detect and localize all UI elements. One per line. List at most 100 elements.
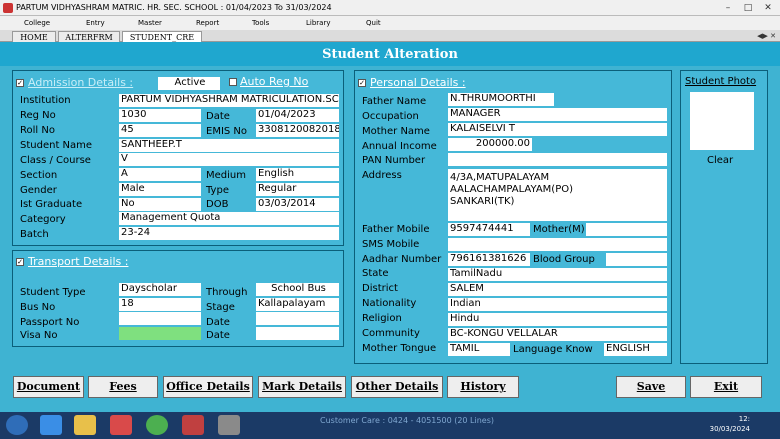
auto-reg-label: Auto Reg No [240, 75, 309, 88]
father-mobile-field[interactable]: 9597474441 [448, 223, 530, 236]
roll-no-label: Roll No [20, 125, 55, 136]
class-course-field[interactable]: V [119, 153, 339, 166]
form-title: Student Alteration [322, 47, 458, 62]
menu-college[interactable]: College [24, 16, 50, 30]
close-icon[interactable]: ✕ [760, 1, 776, 15]
admission-checkbox[interactable]: ✓ [16, 79, 24, 87]
gender-field[interactable]: Male [119, 183, 201, 196]
nationality-field[interactable]: Indian [448, 298, 667, 311]
tab-student-cre[interactable]: STUDENT_CRE [122, 31, 202, 42]
mother-mobile-field[interactable] [586, 223, 667, 236]
personal-checkbox[interactable]: ✓ [358, 79, 366, 87]
dob-field[interactable]: 03/03/2014 [256, 198, 339, 211]
history-button[interactable]: History [447, 376, 519, 398]
address-field[interactable]: 4/3A,MATUPALAYAM AALACHAMPALAYAM(PO) SAN… [448, 169, 667, 221]
chrome-icon[interactable] [146, 415, 168, 435]
menu-tools[interactable]: Tools [252, 16, 269, 30]
app-icon [3, 3, 13, 13]
media-icon[interactable] [110, 415, 132, 435]
auto-reg-checkbox[interactable] [229, 78, 237, 86]
passport-no-field[interactable] [119, 312, 201, 325]
passport-date-field[interactable] [256, 312, 339, 325]
tab-home[interactable]: HOME [12, 31, 56, 42]
minimize-icon[interactable]: – [720, 1, 736, 15]
exit-button[interactable]: Exit [690, 376, 762, 398]
type-field[interactable]: Regular [256, 183, 339, 196]
menu-master[interactable]: Master [138, 16, 162, 30]
mother-tongue-field[interactable]: TAMIL [448, 343, 510, 356]
batch-field[interactable]: 23-24 [119, 227, 339, 240]
community-field[interactable]: BC-KONGU VELLALAR [448, 328, 667, 341]
menu-quit[interactable]: Quit [366, 16, 381, 30]
type-label: Type [206, 185, 229, 196]
start-icon[interactable] [6, 415, 28, 435]
class-course-label: Class / Course [20, 155, 91, 166]
address-line-3: SANKARI(TK) [450, 196, 515, 207]
stage-field[interactable]: Kallapalayam [256, 298, 339, 311]
app-icon-2[interactable] [182, 415, 204, 435]
menu-entry[interactable]: Entry [86, 16, 105, 30]
menu-bar: College Entry Master Report Tools Librar… [0, 16, 780, 30]
student-name-field[interactable]: SANTHEEP.T [119, 139, 339, 152]
emis-no-label: EMIS No [206, 126, 248, 137]
state-field[interactable]: TamilNadu [448, 268, 667, 281]
bus-no-label: Bus No [20, 302, 56, 313]
office-details-button[interactable]: Office Details [163, 376, 253, 398]
tab-alterfrm[interactable]: ALTERFRM [58, 31, 120, 42]
mother-name-field[interactable]: KALAISELVI T [448, 123, 667, 136]
student-photo[interactable] [690, 92, 754, 150]
occupation-field[interactable]: MANAGER [448, 108, 667, 121]
student-type-label: Student Type [20, 287, 86, 298]
blood-group-field[interactable] [606, 253, 667, 266]
pan-number-field[interactable] [448, 153, 667, 166]
status-field[interactable]: Active [158, 77, 220, 90]
tab-scroll-arrows-icon[interactable]: ◀▶ ✕ [757, 30, 776, 42]
date-field[interactable]: 01/04/2023 [256, 109, 339, 122]
maximize-icon[interactable]: □ [740, 1, 756, 15]
language-know-label: Language Know [513, 344, 593, 355]
stage-label: Stage [206, 302, 235, 313]
mother-mobile-label: Mother(M) [533, 224, 585, 235]
language-know-field[interactable]: ENGLISH [604, 343, 667, 356]
transport-checkbox[interactable]: ✓ [16, 258, 24, 266]
medium-field[interactable]: English [256, 168, 339, 181]
passport-no-label: Passport No [20, 317, 80, 328]
institution-field[interactable]: PARTUM VIDHYASHRAM MATRICULATION.SC [119, 94, 339, 107]
document-button[interactable]: Document [13, 376, 84, 398]
district-field[interactable]: SALEM [448, 283, 667, 296]
mark-details-button[interactable]: Mark Details [258, 376, 346, 398]
clear-photo-button[interactable]: Clear [707, 155, 733, 167]
address-line-2: AALACHAMPALAYAM(PO) [450, 184, 573, 195]
sms-mobile-field[interactable] [448, 238, 667, 251]
section-field[interactable]: A [119, 168, 201, 181]
aadhar-field[interactable]: 796161381626 [448, 253, 530, 266]
through-field[interactable]: School Bus [256, 283, 339, 296]
aadhar-label: Aadhar Number [362, 254, 442, 265]
father-name-field[interactable]: N.THRUMOORTHI [448, 93, 554, 106]
religion-field[interactable]: Hindu [448, 313, 667, 326]
batch-label: Batch [20, 229, 49, 240]
ist-graduate-field[interactable]: No [119, 198, 201, 211]
student-type-field[interactable]: Dayscholar [119, 283, 201, 296]
visa-date-field[interactable] [256, 327, 339, 340]
school-app-icon[interactable] [218, 415, 240, 435]
reg-no-field[interactable]: 1030 [119, 109, 201, 122]
occupation-label: Occupation [362, 111, 419, 122]
address-label: Address [362, 170, 402, 181]
other-details-button[interactable]: Other Details [351, 376, 443, 398]
visa-no-field[interactable] [119, 327, 201, 340]
ist-graduate-label: Ist Graduate [20, 199, 83, 210]
roll-no-field[interactable]: 45 [119, 124, 201, 137]
menu-report[interactable]: Report [196, 16, 219, 30]
personal-heading: Personal Details : [370, 76, 466, 89]
folder-icon[interactable] [74, 415, 96, 435]
annual-income-field[interactable]: 200000.00 [448, 138, 532, 151]
category-field[interactable]: Management Quota [119, 212, 339, 225]
religion-label: Religion [362, 313, 402, 324]
emis-no-field[interactable]: 330812008201817 [256, 124, 339, 137]
menu-library[interactable]: Library [306, 16, 330, 30]
fees-button[interactable]: Fees [88, 376, 158, 398]
save-button[interactable]: Save [616, 376, 686, 398]
browser-icon[interactable] [40, 415, 62, 435]
bus-no-field[interactable]: 18 [119, 298, 201, 311]
